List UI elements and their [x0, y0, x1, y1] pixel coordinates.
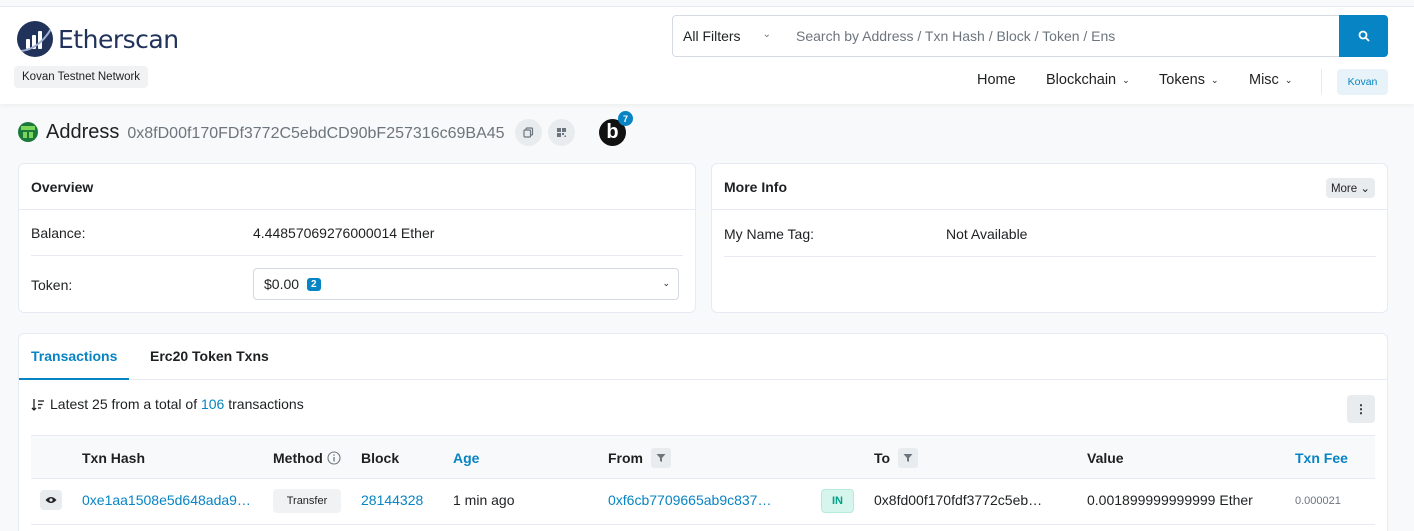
th-to: To [874, 448, 919, 468]
search-filter-label: All Filters [683, 28, 741, 44]
more-info-more-button[interactable]: More ⌄ [1325, 178, 1375, 198]
nav-home[interactable]: Home [977, 72, 1016, 88]
chevron-down-icon: ⌄ [1210, 74, 1219, 85]
th-block: Block [361, 450, 400, 466]
search-filter-select[interactable]: All Filters ⌄ [672, 15, 786, 57]
tab-erc20-token-txns[interactable]: Erc20 Token Txns [150, 348, 269, 364]
txn-fee-cell: 0.000021 [1295, 495, 1341, 507]
to-filter-button[interactable] [898, 448, 919, 468]
token-label: Token: [31, 277, 73, 293]
more-vertical-icon: ⋮ [1355, 402, 1367, 416]
info-icon[interactable] [327, 451, 341, 465]
token-holdings-dropdown[interactable]: $0.00 2 ⌄ [253, 268, 679, 300]
overview-card: Overview Balance: 4.44857069276000014 Et… [18, 163, 696, 313]
from-filter-button[interactable] [651, 448, 671, 468]
more-button-label: More [1330, 183, 1358, 195]
qr-code-icon [556, 127, 566, 137]
th-method: Method [273, 450, 341, 466]
nav-tokens[interactable]: Tokens ⌄ [1159, 72, 1219, 88]
token-value: $0.00 [264, 276, 300, 292]
nav-blockchain[interactable]: Blockchain ⌄ [1046, 72, 1130, 88]
transactions-card: Transactions Erc20 Token Txns Latest 25 … [18, 333, 1388, 531]
address-heading: Address 0x8fD00f170FDf3772C5ebdCD90bF257… [18, 117, 575, 147]
etherscan-logo[interactable]: Etherscan [17, 21, 179, 57]
page-title: Address [46, 120, 120, 143]
copy-address-button[interactable] [514, 118, 542, 146]
divider [31, 255, 683, 256]
more-info-title: More Info [712, 164, 1387, 210]
total-transactions-link[interactable]: 106 [201, 396, 224, 412]
table-header: Txn Hash Method Block Age From To Value … [31, 435, 1375, 479]
chevron-down-icon: ⌄ [662, 278, 670, 288]
summary-prefix: Latest 25 from a total of [50, 396, 198, 412]
balance-value: 4.44857069276000014 Ether [253, 225, 435, 241]
chevron-down-icon: ⌄ [1360, 183, 1370, 195]
etherscan-logo-icon [17, 21, 53, 57]
direction-badge: IN [821, 489, 854, 513]
tab-bar: Transactions Erc20 Token Txns [19, 334, 1387, 380]
transactions-summary: Latest 25 from a total of 106 transactio… [31, 396, 304, 412]
qr-code-button[interactable] [547, 118, 575, 146]
th-txn-fee-toggle[interactable]: Txn Fee [1295, 450, 1348, 466]
search-input[interactable] [785, 15, 1340, 57]
name-tag-label: My Name Tag: [724, 226, 814, 242]
chevron-down-icon: ⌄ [1122, 74, 1130, 85]
active-tab-indicator [19, 378, 129, 380]
eye-icon [45, 497, 57, 503]
address-hash: 0x8fD00f170FDf3772C5ebdCD90bF257316c69BA… [127, 124, 505, 142]
sort-icon [31, 398, 44, 411]
th-from-label: From [608, 450, 643, 466]
divider [31, 524, 1375, 525]
name-tag-value: Not Available [946, 226, 1028, 242]
copy-icon [522, 126, 533, 138]
nav-misc[interactable]: Misc ⌄ [1249, 72, 1292, 88]
top-strip [0, 0, 1414, 7]
filter-icon [903, 454, 913, 462]
block-link[interactable]: 28144328 [361, 492, 423, 508]
method-badge: Transfer [273, 489, 341, 513]
value-cell: 0.001899999999999 Ether [1087, 492, 1253, 508]
to-address: 0x8fd00f170fdf3772c5eb… [874, 492, 1043, 508]
th-txn-hash: Txn Hash [82, 450, 146, 466]
site-header: Etherscan Kovan Testnet Network All Filt… [0, 7, 1414, 104]
nav-home-label: Home [977, 72, 1016, 88]
from-address-link[interactable]: 0xf6cb7709665ab9c837… [608, 492, 771, 508]
blockscan-notification-badge: 7 [618, 111, 633, 126]
chevron-down-icon: ⌄ [1284, 74, 1293, 85]
th-from: From [608, 448, 671, 468]
age-cell: 1 min ago [453, 492, 515, 508]
filter-icon [656, 454, 666, 462]
txn-hash-link[interactable]: 0xe1aa1508e5d648ada9… [82, 492, 251, 508]
chevron-down-icon: ⌄ [762, 29, 771, 40]
network-badge: Kovan Testnet Network [14, 66, 149, 88]
th-age-toggle[interactable]: Age [453, 450, 479, 466]
more-options-button[interactable]: ⋮ [1347, 395, 1375, 423]
divider [724, 256, 1376, 257]
th-value: Value [1087, 450, 1124, 466]
summary-suffix: transactions [228, 396, 304, 412]
nav-misc-label: Misc [1249, 72, 1279, 88]
token-count-badge: 2 [307, 277, 321, 291]
search-button[interactable] [1339, 15, 1388, 57]
tab-transactions[interactable]: Transactions [31, 348, 117, 364]
address-avatar [18, 122, 38, 142]
nav-divider [1321, 69, 1322, 94]
network-switch-button[interactable]: Kovan [1337, 69, 1388, 95]
search-icon [1358, 30, 1370, 42]
brand-name: Etherscan [58, 24, 179, 54]
th-to-label: To [874, 450, 891, 466]
more-info-card: More Info More ⌄ My Name Tag: Not Availa… [711, 163, 1388, 313]
balance-label: Balance: [31, 225, 86, 241]
nav-blockchain-label: Blockchain [1046, 72, 1117, 88]
th-method-label: Method [273, 450, 323, 466]
overview-title: Overview [19, 164, 695, 210]
nav-tokens-label: Tokens [1159, 72, 1205, 88]
view-details-button[interactable] [40, 490, 62, 510]
